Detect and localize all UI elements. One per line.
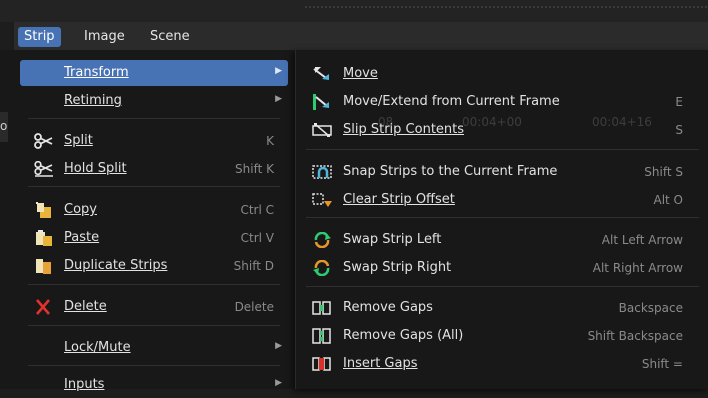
menu-item-label: Inputs	[64, 377, 105, 392]
submenu-item-shortcut: E	[675, 95, 683, 109]
menu-item-label: Copy	[64, 202, 97, 217]
submenu-item-label: Remove Gaps (All)	[343, 328, 464, 343]
menu-bar: Strip Image Scene	[14, 22, 708, 50]
submenu-item-clear-strip-offset[interactable]: Clear Strip Offset Alt O	[296, 186, 699, 212]
menu-item-duplicate-strips[interactable]: Duplicate Strips Shift D	[20, 253, 288, 279]
submenu-item-label: Move	[343, 66, 378, 81]
menu-item-label: Retiming	[64, 93, 122, 108]
menu-item-shortcut: Shift D	[233, 259, 274, 273]
submenu-item-move[interactable]: Move	[296, 60, 699, 86]
insert-gaps-icon	[312, 356, 334, 372]
menu-item-shortcut: Ctrl C	[240, 203, 274, 217]
menu-separator	[28, 325, 280, 326]
submenu-item-shortcut: Shift Backspace	[587, 329, 683, 343]
submenu-item-shortcut: Alt Left Arrow	[601, 233, 683, 247]
left-edge-tab: o	[0, 112, 8, 142]
paste-icon	[34, 230, 54, 246]
menu-item-shortcut: K	[266, 134, 274, 148]
clear-offset-icon	[312, 192, 334, 208]
top-strip	[0, 0, 708, 22]
menu-item-delete[interactable]: Delete Delete	[20, 294, 288, 320]
submenu-item-shortcut: Shift S	[644, 165, 683, 179]
move-arrow-icon	[312, 66, 334, 82]
transform-submenu: 08 00:04+00 00:04+16 Move Move/Extend fr…	[295, 50, 708, 389]
copy-icon	[34, 202, 54, 218]
menu-item-copy[interactable]: Copy Ctrl C	[20, 197, 288, 223]
swap-left-icon	[312, 231, 334, 249]
snap-icon	[312, 164, 334, 180]
submenu-item-shortcut: Shift =	[641, 357, 683, 371]
menu-item-split[interactable]: Split K	[20, 128, 288, 154]
submenu-item-label: Swap Strip Right	[343, 260, 452, 275]
delete-x-icon	[34, 299, 54, 315]
submenu-item-snap-strips[interactable]: Snap Strips to the Current Frame Shift S	[296, 158, 699, 184]
menu-item-shortcut: Ctrl V	[240, 231, 274, 245]
menu-separator	[28, 365, 280, 366]
menu-item-label: Transform	[64, 65, 129, 80]
submenu-item-shortcut: Alt Right Arrow	[592, 261, 683, 275]
submenu-separator	[306, 286, 699, 287]
menu-item-shortcut: Shift K	[235, 162, 274, 176]
remove-gaps-icon	[312, 300, 334, 316]
menu-separator	[28, 118, 280, 119]
submenu-item-label: Swap Strip Left	[343, 232, 442, 247]
submenu-item-label: Snap Strips to the Current Frame	[343, 164, 558, 179]
submenu-item-swap-strip-right[interactable]: Swap Strip Right Alt Right Arrow	[296, 254, 699, 280]
remove-gaps-all-icon	[312, 328, 334, 344]
menu-item-label: Lock/Mute	[64, 340, 131, 355]
submenu-arrow-icon: ▶	[275, 378, 282, 388]
submenu-item-label: Slip Strip Contents	[343, 122, 465, 137]
submenu-item-shortcut: Backspace	[618, 301, 683, 315]
submenu-item-move-extend[interactable]: Move/Extend from Current Frame E	[296, 88, 699, 114]
submenu-item-slip-strip-contents[interactable]: Slip Strip Contents S	[296, 116, 699, 142]
menu-item-paste[interactable]: Paste Ctrl V	[20, 225, 288, 251]
duplicate-icon	[34, 258, 54, 274]
strip-menu: Transform ▶ Retiming ▶ Split K Hold Spli…	[20, 54, 288, 392]
submenu-item-label: Insert Gaps	[343, 356, 418, 371]
menu-image[interactable]: Image	[78, 27, 131, 47]
menu-item-transform[interactable]: Transform ▶	[20, 60, 288, 86]
menu-item-hold-split[interactable]: Hold Split Shift K	[20, 156, 288, 182]
submenu-arrow-icon: ▶	[275, 66, 282, 76]
submenu-item-shortcut: Alt O	[653, 193, 683, 207]
menu-item-label: Hold Split	[64, 161, 127, 176]
submenu-separator	[306, 149, 699, 150]
menu-item-inputs[interactable]: Inputs ▶	[20, 372, 288, 398]
left-edge-char: o	[0, 119, 8, 133]
menu-item-label: Delete	[64, 299, 107, 314]
menu-item-lock-mute[interactable]: Lock/Mute ▶	[20, 335, 288, 361]
scissors-underline-icon	[34, 160, 54, 177]
submenu-item-shortcut: S	[675, 123, 683, 137]
menu-item-retiming[interactable]: Retiming ▶	[20, 88, 288, 114]
menu-item-label: Paste	[64, 230, 100, 245]
submenu-arrow-icon: ▶	[275, 341, 282, 351]
menu-strip[interactable]: Strip	[18, 27, 61, 47]
menu-separator	[28, 284, 280, 285]
menu-item-label: Duplicate Strips	[64, 258, 168, 273]
menu-separator	[28, 186, 280, 187]
menu-item-shortcut: Delete	[234, 300, 274, 314]
menu-item-label: Split	[64, 133, 93, 148]
submenu-item-insert-gaps[interactable]: Insert Gaps Shift =	[296, 350, 699, 376]
submenu-separator	[306, 217, 699, 218]
submenu-item-remove-gaps-all[interactable]: Remove Gaps (All) Shift Backspace	[296, 322, 699, 348]
slip-icon	[312, 122, 334, 138]
submenu-item-remove-gaps[interactable]: Remove Gaps Backspace	[296, 294, 699, 320]
scissors-icon	[34, 133, 54, 149]
timeline-dash	[305, 6, 708, 8]
submenu-item-label: Clear Strip Offset	[343, 192, 455, 207]
submenu-arrow-icon: ▶	[275, 94, 282, 104]
submenu-item-swap-strip-left[interactable]: Swap Strip Left Alt Left Arrow	[296, 226, 699, 252]
submenu-item-label: Remove Gaps	[343, 300, 433, 315]
submenu-item-label: Move/Extend from Current Frame	[343, 94, 560, 109]
move-extend-icon	[312, 94, 334, 110]
swap-right-icon	[312, 259, 334, 277]
menu-scene[interactable]: Scene	[144, 27, 196, 47]
